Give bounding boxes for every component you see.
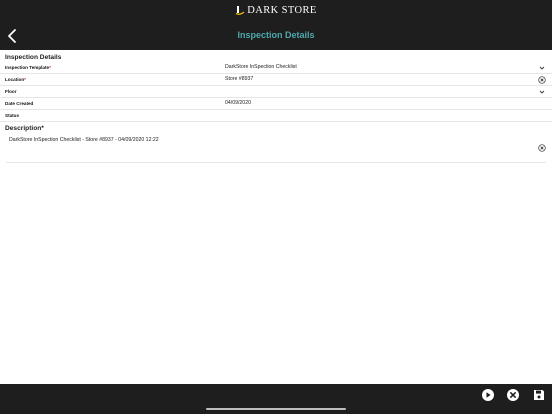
inspection-template-value[interactable]: DarkStore InSpection Checklist xyxy=(225,64,297,70)
page-title: Inspection Details xyxy=(237,30,315,40)
required-marker: * xyxy=(24,77,26,82)
section-title: Inspection Details xyxy=(5,54,62,61)
chevron-down-icon[interactable] xyxy=(538,64,546,72)
navigation-bar: Inspection Details xyxy=(0,22,552,50)
save-icon xyxy=(534,390,544,400)
play-button[interactable] xyxy=(481,388,495,402)
date-created-row: Date Created 04/09/2020 xyxy=(0,98,552,110)
app-header-bar: DARK STORE xyxy=(0,0,552,22)
description-title: Description* xyxy=(5,125,44,132)
logo-text: DARK STORE xyxy=(247,5,317,16)
location-row[interactable]: Location* Store #8937 xyxy=(0,74,552,86)
dark-store-logo-icon xyxy=(235,6,245,15)
floor-row[interactable]: Floor xyxy=(0,86,552,98)
required-marker: * xyxy=(49,65,51,70)
clear-circle-icon[interactable] xyxy=(538,76,546,84)
inspection-template-row[interactable]: Inspection Template* DarkStore InSpectio… xyxy=(0,62,552,74)
field-label: Status xyxy=(5,113,20,118)
field-label: Location* xyxy=(5,77,26,82)
required-marker: * xyxy=(41,125,44,132)
field-label: Inspection Template* xyxy=(5,65,51,70)
location-value[interactable]: Store #8937 xyxy=(225,76,253,82)
clear-circle-icon[interactable] xyxy=(538,144,546,152)
description-text[interactable]: DarkStore InSpection Checklist - Store #… xyxy=(9,137,159,143)
field-label: Date Created xyxy=(5,101,34,106)
description-field[interactable]: DarkStore InSpection Checklist - Store #… xyxy=(6,134,546,163)
status-row: Status xyxy=(0,110,552,122)
date-created-value: 04/09/2020 xyxy=(225,100,251,106)
app-logo: DARK STORE xyxy=(0,5,552,17)
field-label: Floor xyxy=(5,89,17,94)
save-button[interactable] xyxy=(532,388,546,402)
chevron-down-icon[interactable] xyxy=(538,88,546,96)
bottom-toolbar xyxy=(0,384,552,414)
cancel-button[interactable] xyxy=(506,388,520,402)
home-indicator[interactable] xyxy=(206,408,346,410)
